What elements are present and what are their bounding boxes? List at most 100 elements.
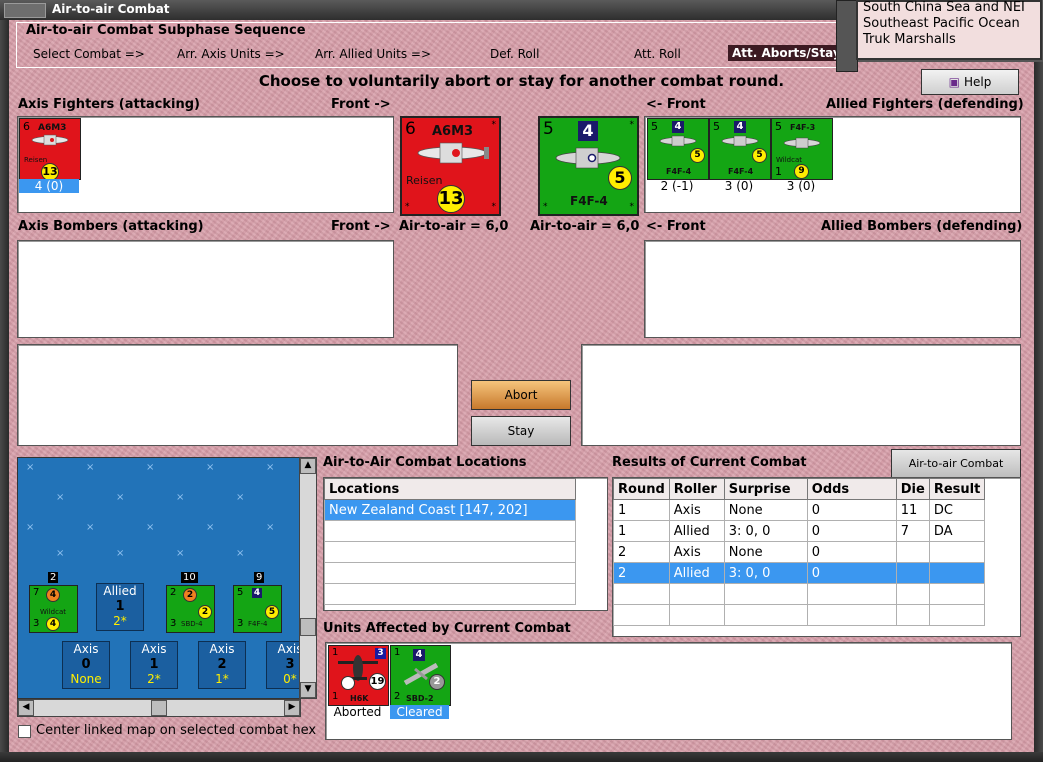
unit-extra: 3 xyxy=(33,618,40,629)
col-die[interactable]: Die xyxy=(895,478,930,500)
axis-bombers-panel[interactable] xyxy=(17,240,394,338)
cell-die xyxy=(895,583,930,605)
table-row[interactable]: 2 Axis None 0 xyxy=(613,541,986,563)
hex-marker: × xyxy=(206,522,215,533)
scroll-thumb[interactable] xyxy=(151,700,167,716)
air-factor: 7 xyxy=(33,587,40,598)
table-row[interactable]: 1 Axis None 0 11 DC xyxy=(613,499,986,521)
window-title: Air-to-air Combat xyxy=(52,2,170,16)
unit-type: A6M3 xyxy=(432,124,474,139)
hex-marker: × xyxy=(266,462,275,473)
map-horizontal-scrollbar[interactable]: ◀ ▶ xyxy=(17,699,301,717)
unit-counter-sbd2[interactable]: 1 4 2 2 SBD-2 xyxy=(390,645,451,706)
movement-badge: 4 xyxy=(734,121,746,133)
map-link-icon[interactable] xyxy=(836,0,858,72)
cell-odds xyxy=(806,583,897,605)
range-circle: 19 xyxy=(369,673,386,690)
air-factor: 5 xyxy=(713,120,720,133)
special-circle xyxy=(341,676,355,690)
window-menu-icon[interactable] xyxy=(4,3,46,18)
col-round[interactable]: Round xyxy=(613,478,670,500)
table-row[interactable] xyxy=(324,520,576,542)
fighter-plane-icon xyxy=(721,135,759,147)
cell-surprise: 3: 0, 0 xyxy=(723,520,808,542)
scroll-thumb[interactable] xyxy=(300,618,316,636)
air-to-air-combat-chart-button[interactable]: Air-to-air Combat Chart xyxy=(891,449,1021,498)
axis-box-sub: 0* xyxy=(283,672,297,686)
front-axis-counter[interactable]: 6 A6M3 * Reisen 13 * * xyxy=(400,116,501,216)
allied-hex-box[interactable]: Allied 1 2* xyxy=(96,583,144,631)
movement-badge: 4 xyxy=(578,121,598,141)
locations-header[interactable]: Locations xyxy=(324,478,576,500)
table-row[interactable] xyxy=(613,583,986,605)
col-result[interactable]: Result xyxy=(928,478,986,500)
unit-type: H6K xyxy=(350,694,369,703)
axis-hex-box[interactable]: Axis 1 2* xyxy=(130,641,178,689)
cell-result: DA xyxy=(928,520,986,542)
table-row[interactable]: New Zealand Coast [147, 202] xyxy=(324,499,576,521)
map-vertical-scrollbar[interactable]: ▲ ▼ xyxy=(299,457,317,699)
cell-round: 1 xyxy=(613,520,670,542)
location-cell xyxy=(324,583,576,605)
center-map-checkbox[interactable] xyxy=(18,725,31,738)
col-surprise[interactable]: Surprise xyxy=(723,478,808,500)
linked-map[interactable]: × × × × × × × × × × × × × × × × × × 2 7 … xyxy=(17,457,301,699)
axis-bombers-label: Axis Bombers (attacking) xyxy=(18,219,204,234)
book-icon: ▣ xyxy=(948,75,960,89)
hex-marker: × xyxy=(146,522,155,533)
hex-marker: × xyxy=(176,492,185,503)
air-factor: 1 xyxy=(332,691,339,702)
cell-roller: Allied xyxy=(668,562,725,584)
table-row[interactable] xyxy=(324,562,576,584)
unit-counter-f4f4[interactable]: 5 4 5 F4F-4 xyxy=(647,118,709,180)
cell-surprise xyxy=(723,604,808,626)
map-unit-counter[interactable]: 7 4 Wildcat 3 4 xyxy=(29,585,78,633)
table-row[interactable] xyxy=(613,604,986,626)
axis-hex-box[interactable]: Axis 0 None xyxy=(62,641,110,689)
unit-counter-a6m3[interactable]: 6 A6M3 Reisen 13 xyxy=(19,118,81,180)
results-title: Results of Current Combat xyxy=(612,455,807,470)
help-button[interactable]: ▣ Help xyxy=(921,69,1019,95)
unit-type: F4F-4 xyxy=(728,167,754,176)
unit-counter-f4f3[interactable]: 5 F4F-3 Wildcat 1 9 xyxy=(771,118,833,180)
region-item[interactable]: South China Sea and NEI xyxy=(863,0,1025,15)
hex-marker: × xyxy=(56,548,65,559)
air-factor: 5 xyxy=(651,120,658,133)
table-row[interactable]: 2 Allied 3: 0, 00 xyxy=(613,562,986,584)
scroll-right-icon[interactable]: ▶ xyxy=(284,700,300,716)
table-row[interactable] xyxy=(324,583,576,605)
col-roller[interactable]: Roller xyxy=(668,478,725,500)
scroll-up-icon[interactable]: ▲ xyxy=(300,458,316,474)
axis-box-sub: 1* xyxy=(215,672,229,686)
cell-odds: 0 xyxy=(806,541,897,563)
fighter-plane-icon xyxy=(659,135,697,147)
table-row[interactable] xyxy=(324,541,576,563)
range-circle: 13 xyxy=(437,185,465,213)
front-allied-counter[interactable]: 5 4 * 5 F4F-4 * * xyxy=(538,116,639,216)
unit-extra: 1 xyxy=(394,647,401,658)
hex-marker: × xyxy=(206,462,215,473)
counter-circle: 2 xyxy=(183,588,197,602)
cell-odds: 0 xyxy=(806,499,897,521)
region-item[interactable]: Truk Marshalls xyxy=(863,32,956,47)
range-circle: 2 xyxy=(429,674,445,690)
table-row[interactable]: 1 Allied 3: 0, 0 0 7 DA xyxy=(613,520,986,542)
axis-hex-box[interactable]: Axis 2 1* xyxy=(198,641,246,689)
axis-box-label: Axis xyxy=(277,642,301,656)
abort-button[interactable]: Abort xyxy=(471,380,571,410)
hex-marker: × xyxy=(176,548,185,559)
region-item[interactable]: Southeast Pacific Ocean xyxy=(863,16,1020,31)
cell-round: 2 xyxy=(613,541,670,563)
scroll-left-icon[interactable]: ◀ xyxy=(18,700,34,716)
cell-round xyxy=(613,604,670,626)
scroll-down-icon[interactable]: ▼ xyxy=(300,682,316,698)
stay-button[interactable]: Stay xyxy=(471,416,571,446)
map-unit-counter[interactable]: 2 2 SBD-4 3 2 xyxy=(166,585,215,633)
hex-marker: × xyxy=(86,462,95,473)
unit-counter-f4f4[interactable]: 5 4 5 F4F-4 xyxy=(709,118,771,180)
allied-bombers-panel[interactable] xyxy=(644,240,1021,338)
axis-hex-box[interactable]: Axis 3 0* xyxy=(266,641,301,689)
map-unit-counter[interactable]: 5 4 F4F-4 3 5 xyxy=(233,585,282,633)
unit-counter-h6k[interactable]: 1 3 19 1 H6K xyxy=(328,645,389,706)
col-odds[interactable]: Odds xyxy=(806,478,897,500)
